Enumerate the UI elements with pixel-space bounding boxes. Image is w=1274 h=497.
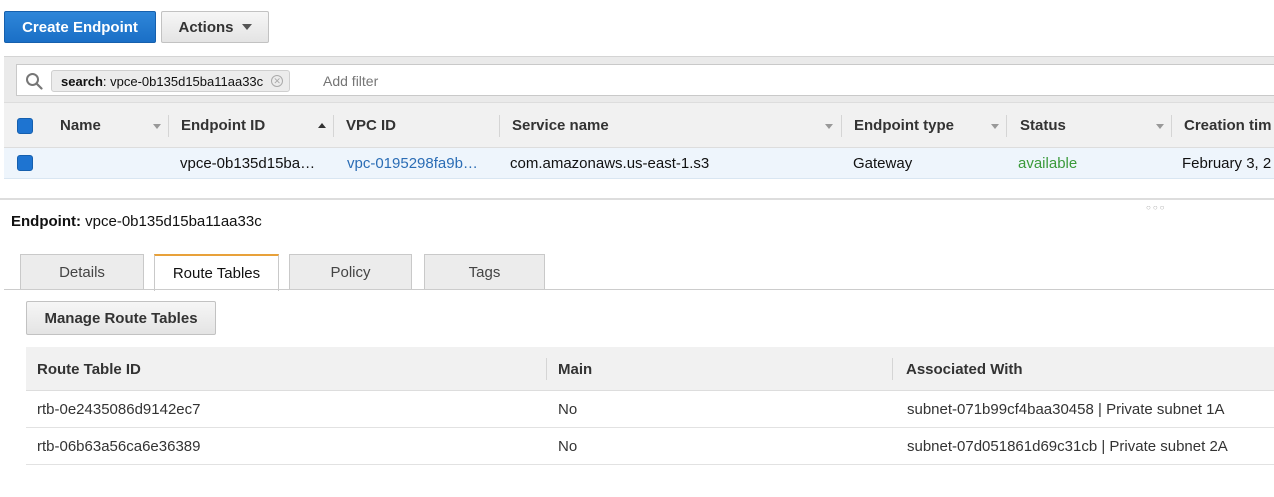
sort-ascending-icon[interactable] <box>318 123 326 128</box>
cell-route-table-id: rtb-0e2435086d9142ec7 <box>37 401 201 418</box>
column-divider[interactable] <box>1006 115 1007 137</box>
endpoint-value: vpce-0b135d15ba11aa33c <box>80 213 262 230</box>
cell-endpoint-id: vpce-0b135d15ba… <box>180 155 316 172</box>
endpoint-label: Endpoint: <box>11 213 81 230</box>
resize-grip-icon[interactable]: ○○○ <box>1146 203 1167 212</box>
column-divider[interactable] <box>841 115 842 137</box>
route-tables-header: Route Table ID Main Associated With <box>26 347 1274 391</box>
column-header-vpc-id[interactable]: VPC ID <box>346 103 396 148</box>
select-all-checkbox[interactable] <box>17 118 33 134</box>
sort-icon[interactable] <box>991 124 999 129</box>
column-header-service-name[interactable]: Service name <box>512 103 609 148</box>
endpoint-detail-title: Endpoint: vpce-0b135d15ba11aa33c <box>11 213 262 230</box>
cell-vpc-id-link[interactable]: vpc-0195298fa9b… <box>347 148 478 179</box>
actions-label: Actions <box>178 18 234 36</box>
column-divider[interactable] <box>168 115 169 137</box>
add-filter-input[interactable] <box>321 72 621 90</box>
pane-divider[interactable] <box>0 198 1274 200</box>
tab-policy[interactable]: Policy <box>289 254 412 290</box>
cell-creation-time: February 3, 2 <box>1182 155 1272 172</box>
cell-associated-link[interactable]: subnet-071b99cf4baa30458 | Private subne… <box>907 391 1224 428</box>
column-header-creation-time[interactable]: Creation tim <box>1184 103 1272 148</box>
cell-service-name: com.amazonaws.us-east-1.s3 <box>510 155 710 172</box>
sort-icon[interactable] <box>153 124 161 129</box>
cell-endpoint-type: Gateway <box>853 155 913 172</box>
filter-bar: search : vpce-0b135d15ba11aa33c ✕ <box>4 56 1274 102</box>
column-divider[interactable] <box>892 358 893 380</box>
table-row[interactable]: vpce-0b135d15ba… vpc-0195298fa9b… com.am… <box>4 148 1274 179</box>
column-divider[interactable] <box>546 358 547 380</box>
column-header-main[interactable]: Main <box>558 347 592 391</box>
sort-icon[interactable] <box>1156 124 1164 129</box>
column-divider[interactable] <box>499 115 500 137</box>
status-badge: available <box>1018 155 1078 172</box>
tab-tags[interactable]: Tags <box>424 254 545 290</box>
filter-field[interactable]: search : vpce-0b135d15ba11aa33c ✕ <box>16 64 1274 96</box>
table-row: rtb-0e2435086d9142ec7 No subnet-071b99cf… <box>26 391 1274 428</box>
filter-token-value: : vpce-0b135d15ba11aa33c <box>102 73 264 89</box>
column-divider[interactable] <box>1171 115 1172 137</box>
column-header-name[interactable]: Name <box>60 103 101 148</box>
cell-main: No <box>558 401 578 418</box>
search-icon <box>26 73 43 90</box>
row-checkbox[interactable] <box>17 155 33 171</box>
column-divider[interactable] <box>333 115 334 137</box>
create-endpoint-button[interactable]: Create Endpoint <box>4 11 156 43</box>
cell-route-table-id: rtb-06b63a56ca6e36389 <box>37 438 201 455</box>
tabs-underline <box>4 289 1274 290</box>
column-header-endpoint-type[interactable]: Endpoint type <box>854 103 954 148</box>
tab-details[interactable]: Details <box>20 254 144 290</box>
column-header-associated-with[interactable]: Associated With <box>906 347 1023 391</box>
filter-token: search : vpce-0b135d15ba11aa33c ✕ <box>51 70 291 92</box>
cell-main: No <box>558 438 578 455</box>
table-row: rtb-06b63a56ca6e36389 No subnet-07d05186… <box>26 428 1274 465</box>
filter-token-key: search <box>61 73 103 89</box>
tab-route-tables[interactable]: Route Tables <box>154 254 279 291</box>
endpoints-table-header: Name Endpoint ID VPC ID Service name End… <box>4 102 1274 148</box>
sort-icon[interactable] <box>825 124 833 129</box>
manage-route-tables-button[interactable]: Manage Route Tables <box>26 301 216 335</box>
remove-filter-icon[interactable]: ✕ <box>271 75 284 87</box>
column-header-status[interactable]: Status <box>1020 103 1066 148</box>
column-header-route-table-id[interactable]: Route Table ID <box>37 347 141 391</box>
cell-associated-link[interactable]: subnet-07d051861d69c31cb | Private subne… <box>907 428 1228 465</box>
actions-dropdown-button[interactable]: Actions <box>161 11 269 43</box>
chevron-down-icon <box>241 24 252 30</box>
column-header-endpoint-id[interactable]: Endpoint ID <box>181 103 265 148</box>
